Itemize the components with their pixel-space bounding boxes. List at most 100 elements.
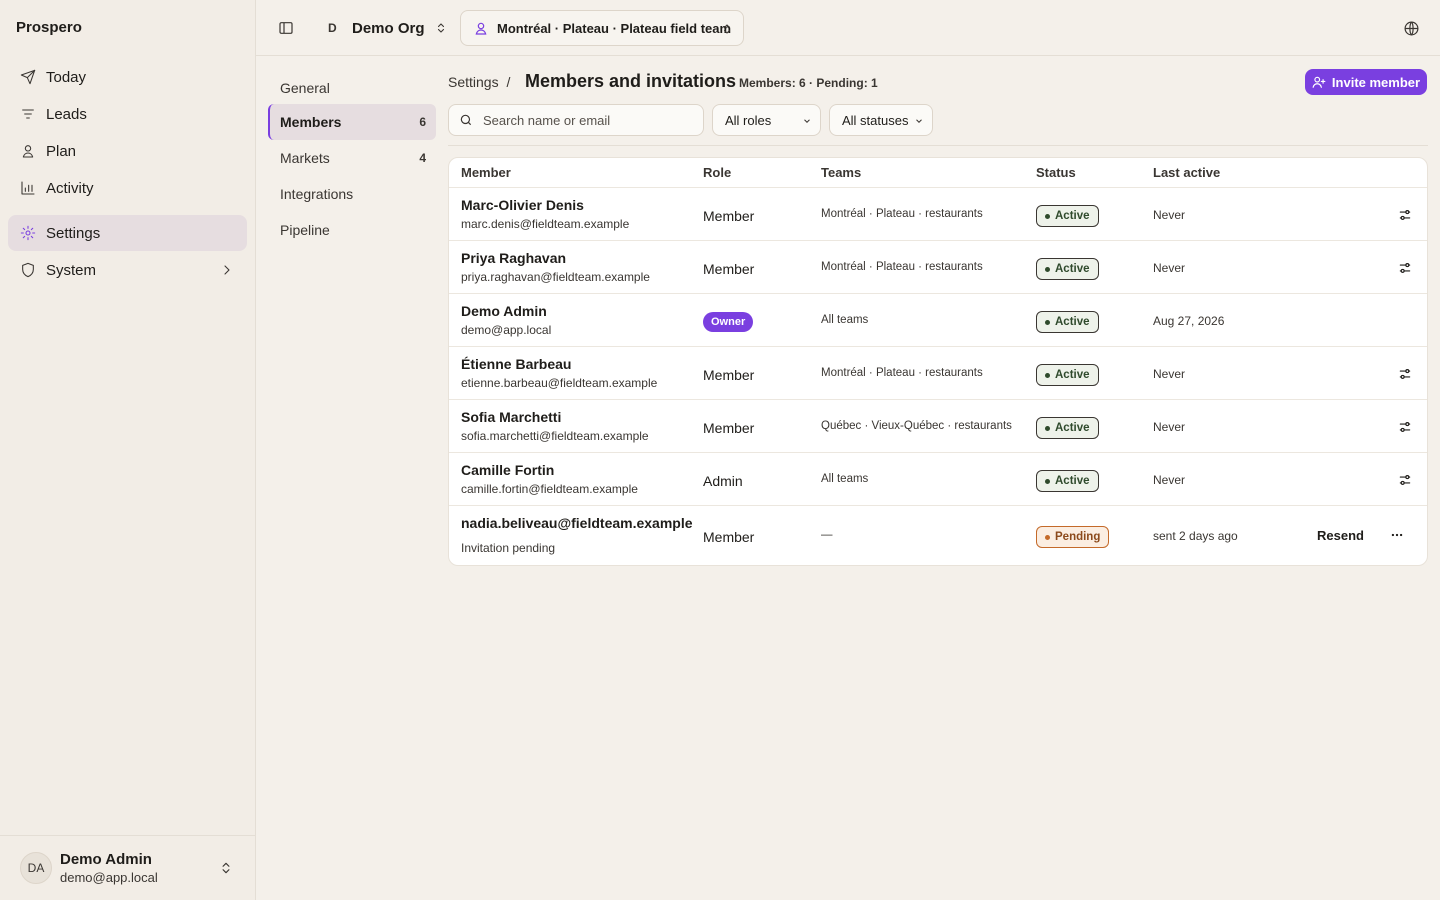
settings-nav-label: Members [280,114,342,130]
member-email: sofia.marchetti@fieldteam.example [461,429,649,443]
member-last-active: Aug 27, 2026 [1153,314,1225,328]
member-role: Member [703,261,755,277]
sidebar-item-plan[interactable]: Plan [8,133,247,169]
member-name: Demo Admin [461,303,547,319]
sidebar-item-system[interactable]: System [8,252,247,288]
sidebar-item-label: Plan [46,142,77,160]
invitation-row[interactable]: nadia.beliveau@fieldteam.example Invitat… [449,506,1427,565]
table-row[interactable]: Sofia Marchetti sofia.marchetti@fieldtea… [449,400,1427,453]
table-row[interactable]: Demo Admin demo@app.local Owner All team… [449,294,1427,347]
invitation-role: Member [703,529,755,545]
divider [448,145,1428,146]
table-row[interactable]: Priya Raghavan priya.raghavan@fieldteam.… [449,241,1427,294]
status-badge: Active [1036,364,1099,386]
member-role: Admin [703,473,743,489]
settings-nav-general[interactable]: General [268,70,436,106]
sidebar: Prospero Today Leads Plan Activity Setti… [0,0,256,900]
team-name: Montréal · Plateau · Plateau field team [497,20,732,36]
member-teams: Montréal · Plateau · restaurants [821,261,983,273]
brand-logo: Prospero [16,19,82,36]
status-filter-select[interactable]: All statuses [829,104,933,136]
sidebar-item-label: Leads [46,105,87,123]
column-member: Member [461,165,511,180]
sidebar-item-activity[interactable]: Activity [8,170,247,206]
list-icon [22,109,34,119]
member-email: etienne.barbeau@fieldteam.example [461,376,658,390]
chevron-up-down-icon [222,862,230,874]
team-switcher[interactable]: Montréal · Plateau · Plateau field team [460,10,744,46]
status-badge: Active [1036,470,1099,492]
members-count: 6 [419,115,426,129]
member-email: priya.raghavan@fieldteam.example [461,270,650,284]
resend-button[interactable]: Resend [1317,528,1364,543]
sidebar-item-leads[interactable]: Leads [8,96,247,132]
user-email: demo@app.local [60,870,158,885]
chevron-up-down-icon [437,23,444,33]
bar-chart-icon [21,181,35,195]
breadcrumb-settings-link[interactable]: Settings [448,74,499,90]
globe-icon[interactable] [1403,20,1420,37]
sidebar-item-label: Today [46,68,87,86]
member-teams: All teams [821,473,869,485]
role-filter-select[interactable]: All roles [712,104,821,136]
breadcrumb-separator: / [506,74,511,90]
member-email: camille.fortin@fieldteam.example [461,482,638,496]
location-user-icon [475,22,487,35]
invite-member-button[interactable]: Invite member [1305,69,1427,95]
search-input[interactable] [483,112,683,128]
table-row[interactable]: Étienne Barbeau etienne.barbeau@fieldtea… [449,347,1427,400]
sidebar-toggle-icon[interactable] [278,20,294,36]
sidebar-item-label: Activity [46,179,94,197]
column-last-active: Last active [1153,165,1221,180]
breadcrumb: Settings / [448,74,510,90]
sidebar-item-label: Settings [46,224,101,242]
sliders-icon[interactable] [1398,367,1412,381]
members-table: Member Role Teams Status Last active Mar… [448,157,1428,566]
chevron-down-icon [916,119,922,123]
sidebar-item-label: System [46,261,97,279]
status-badge: Active [1036,311,1099,333]
sliders-icon[interactable] [1398,473,1412,487]
member-role: Member [703,367,755,383]
sidebar-item-today[interactable]: Today [8,59,247,95]
member-name: Priya Raghavan [461,250,567,266]
role-filter-value: All roles [725,112,772,128]
column-teams: Teams [821,165,862,180]
settings-nav-label: Pipeline [280,222,330,238]
invitation-teams: — [821,529,833,541]
send-icon [20,69,36,85]
member-last-active: Never [1153,420,1186,434]
table-row[interactable]: Camille Fortin camille.fortin@fieldteam.… [449,453,1427,506]
user-menu[interactable]: DA Demo Admin demo@app.local [0,835,255,900]
more-horizontal-icon[interactable] [1388,528,1406,542]
member-name: Sofia Marchetti [461,409,562,425]
table-row[interactable]: Marc-Olivier Denis marc.denis@fieldteam.… [449,188,1427,241]
settings-nav-pipeline[interactable]: Pipeline [268,212,436,248]
member-last-active: Never [1153,367,1186,381]
member-name: Étienne Barbeau [461,356,572,372]
user-plus-icon [1312,76,1326,88]
page-title: Members and invitations [525,71,737,91]
column-role: Role [703,165,732,180]
owner-badge: Owner [703,312,754,332]
sliders-icon[interactable] [1398,420,1412,434]
member-teams: Québec · Vieux-Québec · restaurants [821,420,1012,432]
settings-nav-label: Integrations [280,186,354,202]
settings-nav-markets[interactable]: Markets 4 [268,140,436,176]
sliders-icon[interactable] [1398,261,1412,275]
settings-nav-members[interactable]: Members 6 [268,104,436,140]
user-pin-icon [22,145,34,158]
member-teams: All teams [821,314,869,326]
org-switcher[interactable]: D Demo Org [328,16,447,40]
settings-nav-integrations[interactable]: Integrations [268,176,436,212]
shield-icon [22,262,34,278]
avatar: DA [20,852,52,884]
settings-nav-label: Markets [280,150,330,166]
sidebar-item-settings[interactable]: Settings [8,215,247,251]
sliders-icon[interactable] [1398,208,1412,222]
member-email: marc.denis@fieldteam.example [461,217,630,231]
member-last-active: Never [1153,473,1186,487]
status-filter-value: All statuses [842,112,909,128]
org-name: Demo Org [352,19,425,37]
status-badge: Active [1036,258,1099,280]
